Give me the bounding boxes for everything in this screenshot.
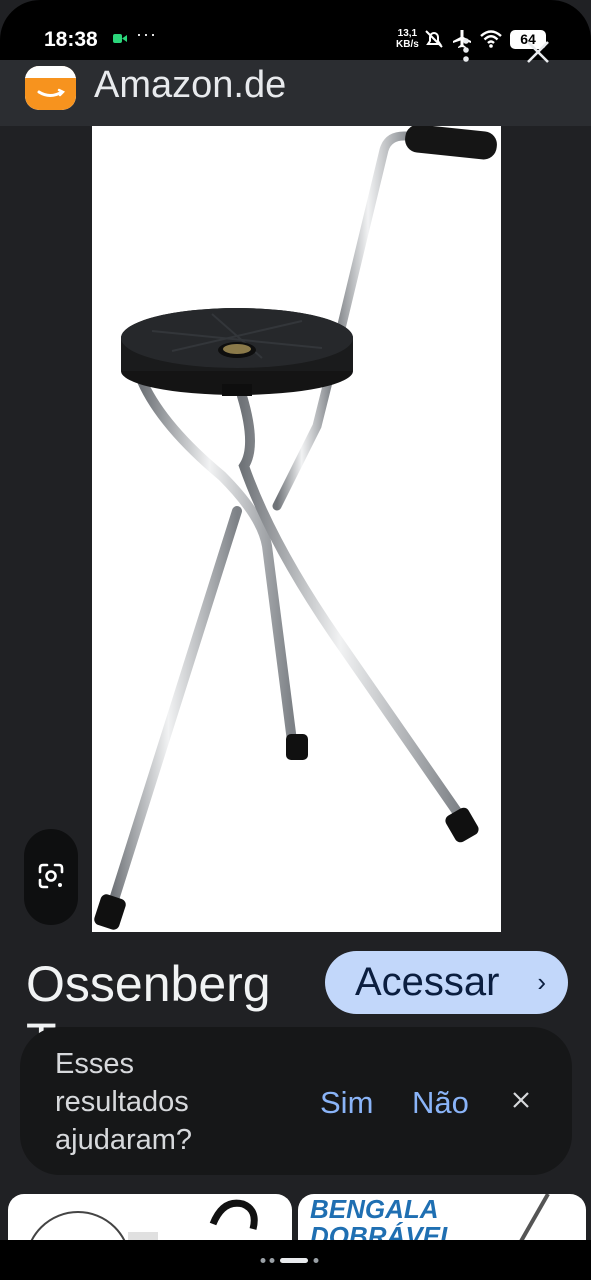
related-thumbnail[interactable] <box>8 1194 292 1240</box>
network-speed: 13,1 KB/s <box>396 28 419 50</box>
feedback-no-button[interactable]: Não <box>412 1085 469 1121</box>
close-icon[interactable] <box>522 36 554 68</box>
network-speed-value: 13,1 <box>397 28 418 39</box>
source-header: Amazon.de <box>0 60 591 126</box>
cane-seat-illustration <box>94 124 497 930</box>
source-site-name[interactable]: Amazon.de <box>94 64 286 107</box>
bell-muted-icon <box>425 30 443 48</box>
result-title: Ossenberg <box>26 956 271 1012</box>
visit-button-label: Acessar <box>355 960 500 1004</box>
chevron-right-icon: › <box>537 967 546 997</box>
amazon-logo <box>25 66 76 110</box>
more-options-icon[interactable] <box>455 37 477 65</box>
home-handle-icon[interactable] <box>260 1258 330 1263</box>
more-notifications-icon: ··· <box>136 24 157 44</box>
related-thumbnail[interactable]: BENGALA DOBRÁVEL <box>298 1194 586 1240</box>
screen-record-icon <box>113 34 127 43</box>
feedback-toast: Esses resultados ajudaram? Sim Não <box>20 1027 572 1175</box>
close-icon[interactable] <box>509 1088 533 1112</box>
wifi-icon <box>480 30 502 48</box>
clock: 18:38 <box>44 28 98 51</box>
related-results: BENGALA DOBRÁVEL <box>0 1190 591 1240</box>
feedback-yes-button[interactable]: Sim <box>320 1085 373 1121</box>
system-nav-bar <box>0 1240 591 1280</box>
visit-button[interactable]: Acessar › <box>325 951 568 1014</box>
lens-search-button[interactable] <box>24 829 78 925</box>
network-speed-unit: KB/s <box>396 39 419 50</box>
product-image[interactable] <box>92 124 501 932</box>
lens-icon <box>38 863 64 889</box>
feedback-question: Esses resultados ajudaram? <box>55 1048 193 1156</box>
